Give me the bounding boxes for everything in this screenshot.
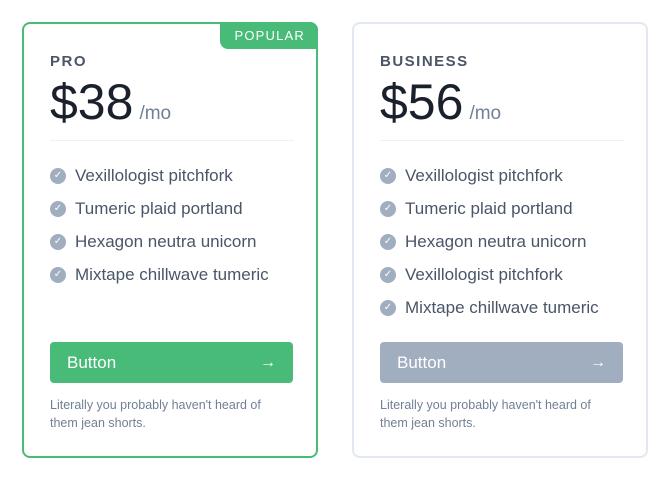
pro-cta-button[interactable]: Button → [50, 342, 293, 383]
arrow-right-icon: → [590, 353, 606, 371]
feature-text: Vexillologist pitchfork [75, 165, 233, 185]
business-cta-button[interactable]: Button → [380, 342, 623, 383]
feature-list: ✓ Vexillologist pitchfork ✓ Tumeric plai… [380, 159, 620, 324]
check-circle-icon: ✓ [50, 266, 66, 283]
feature-list: ✓ Vexillologist pitchfork ✓ Tumeric plai… [50, 159, 290, 291]
check-circle-icon: ✓ [380, 233, 396, 250]
price-row: $56 /mo [380, 76, 624, 141]
button-label: Button [67, 352, 117, 372]
feature-text: Mixtape chillwave tumeric [405, 297, 599, 317]
price-row: $38 /mo [50, 76, 294, 141]
feature-text: Mixtape chillwave tumeric [75, 264, 269, 284]
feature-text: Vexillologist pitchfork [405, 264, 563, 284]
feature-item: ✓ Vexillologist pitchfork [50, 159, 290, 192]
arrow-right-icon: → [260, 353, 276, 371]
plan-name: PRO [50, 53, 88, 70]
feature-text: Tumeric plaid portland [405, 198, 573, 218]
price-period: /mo [139, 103, 172, 124]
plan-note: Literally you probably haven't heard of … [50, 398, 261, 430]
check-circle-icon: ✓ [50, 167, 66, 184]
feature-item: ✓ Vexillologist pitchfork [380, 258, 620, 291]
check-circle-icon: ✓ [50, 200, 66, 217]
feature-item: ✓ Vexillologist pitchfork [380, 159, 620, 192]
feature-text: Tumeric plaid portland [75, 198, 243, 218]
pricing-card-pro: POPULAR PRO $38 /mo ✓ Vexillologist pitc… [22, 22, 318, 458]
price-period: /mo [469, 103, 502, 124]
check-circle-icon: ✓ [380, 167, 396, 184]
feature-text: Hexagon neutra unicorn [75, 231, 257, 251]
feature-text: Vexillologist pitchfork [405, 165, 563, 185]
feature-item: ✓ Tumeric plaid portland [380, 192, 620, 225]
button-label: Button [397, 352, 447, 372]
check-circle-icon: ✓ [380, 200, 396, 217]
check-circle-icon: ✓ [50, 233, 66, 250]
feature-item: ✓ Mixtape chillwave tumeric [50, 258, 290, 291]
feature-item: ✓ Mixtape chillwave tumeric [380, 291, 620, 324]
feature-text: Hexagon neutra unicorn [405, 231, 587, 251]
plan-price: $38 [50, 74, 134, 130]
feature-item: ✓ Tumeric plaid portland [50, 192, 290, 225]
feature-item: ✓ Hexagon neutra unicorn [380, 225, 620, 258]
pricing-card-business: BUSINESS $56 /mo ✓ Vexillologist pitchfo… [352, 22, 648, 458]
feature-item: ✓ Hexagon neutra unicorn [50, 225, 290, 258]
check-circle-icon: ✓ [380, 266, 396, 283]
plan-price: $56 [380, 74, 464, 130]
plan-name: BUSINESS [380, 53, 469, 70]
plan-note: Literally you probably haven't heard of … [380, 398, 591, 430]
popular-badge: POPULAR [220, 22, 318, 49]
check-circle-icon: ✓ [380, 299, 396, 316]
